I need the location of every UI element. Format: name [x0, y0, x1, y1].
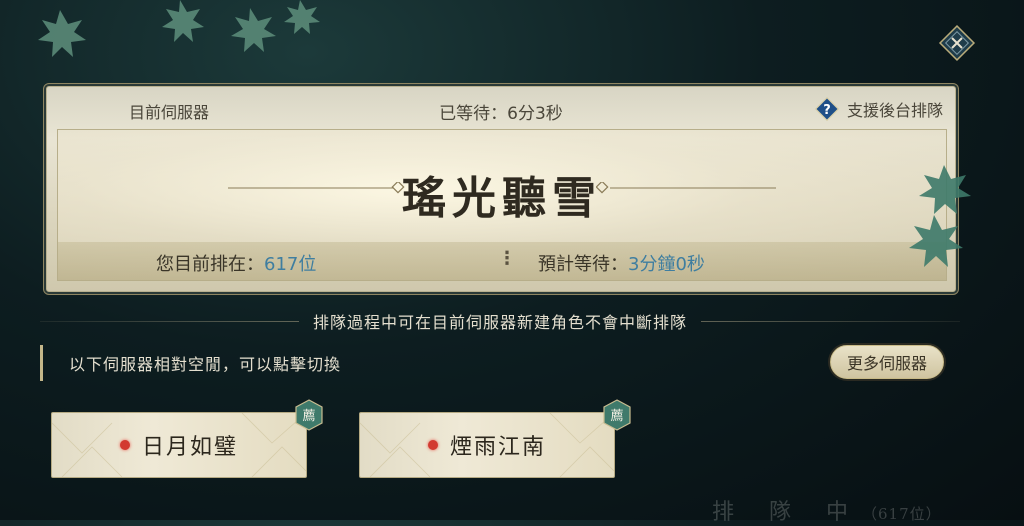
recommend-badge: 薦 — [602, 399, 632, 431]
queue-header: 目前伺服器 已等待：6分3秒 ? 支援後台排隊 — [47, 87, 955, 131]
separator: ⋮ — [498, 248, 516, 269]
server-info-frame: 瑤光聽雪 您目前排在：617位 ⋮ 預計等待：3分鐘0秒 — [57, 129, 947, 281]
alt-server-name: 日月如璧 — [141, 435, 238, 460]
recommend-badge-text: 薦 — [302, 409, 316, 424]
rank-value: 617位 — [264, 254, 317, 275]
close-button[interactable] — [938, 24, 976, 62]
support-background-queue-link[interactable]: ? 支援後台排隊 — [813, 95, 943, 123]
queue-status-band: 您目前排在：617位 ⋮ 預計等待：3分鐘0秒 — [58, 242, 946, 280]
rank-label: 您目前排在： — [156, 254, 264, 275]
maple-leaves-decoration — [38, 0, 320, 57]
queue-status-footer: 排 隊 中（617位） — [712, 494, 942, 526]
more-servers-button[interactable]: 更多伺服器 — [830, 345, 944, 379]
status-dot-icon — [119, 440, 130, 450]
recommend-badge: 薦 — [294, 399, 324, 431]
footer-status: 排 隊 中 — [712, 500, 862, 525]
queue-panel: 目前伺服器 已等待：6分3秒 ? 支援後台排隊 瑤光聽雪 您目前排在：617位 … — [46, 86, 956, 292]
close-icon — [938, 24, 976, 62]
alt-server-card[interactable]: 煙雨江南 薦 — [359, 399, 631, 478]
support-label: 支援後台排隊 — [846, 101, 943, 120]
estimated-wait: 預計等待：3分鐘0秒 — [538, 250, 705, 276]
maple-leaf-decoration-right — [909, 165, 971, 267]
status-dot-icon — [427, 440, 438, 450]
help-icon: ? — [814, 96, 840, 122]
recommend-badge-text: 薦 — [610, 409, 624, 424]
estimate-value: 3分鐘0秒 — [628, 254, 705, 275]
ornament-line-right — [596, 182, 776, 194]
queue-notice: 排隊過程中可在目前伺服器新建角色不會中斷排隊 — [40, 311, 960, 332]
alt-server-name: 煙雨江南 — [449, 435, 546, 460]
switch-server-hint: 以下伺服器相對空閒，可以點擊切換 — [40, 345, 341, 381]
estimate-label: 預計等待： — [538, 254, 628, 275]
current-server-name: 瑤光聽雪 — [402, 173, 602, 224]
alt-server-card[interactable]: 日月如璧 薦 — [51, 399, 323, 478]
svg-text:?: ? — [823, 103, 831, 118]
notice-text: 排隊過程中可在目前伺服器新建角色不會中斷排隊 — [313, 313, 688, 332]
footer-count: （617位） — [862, 505, 942, 523]
queue-rank: 您目前排在：617位 — [156, 250, 316, 276]
